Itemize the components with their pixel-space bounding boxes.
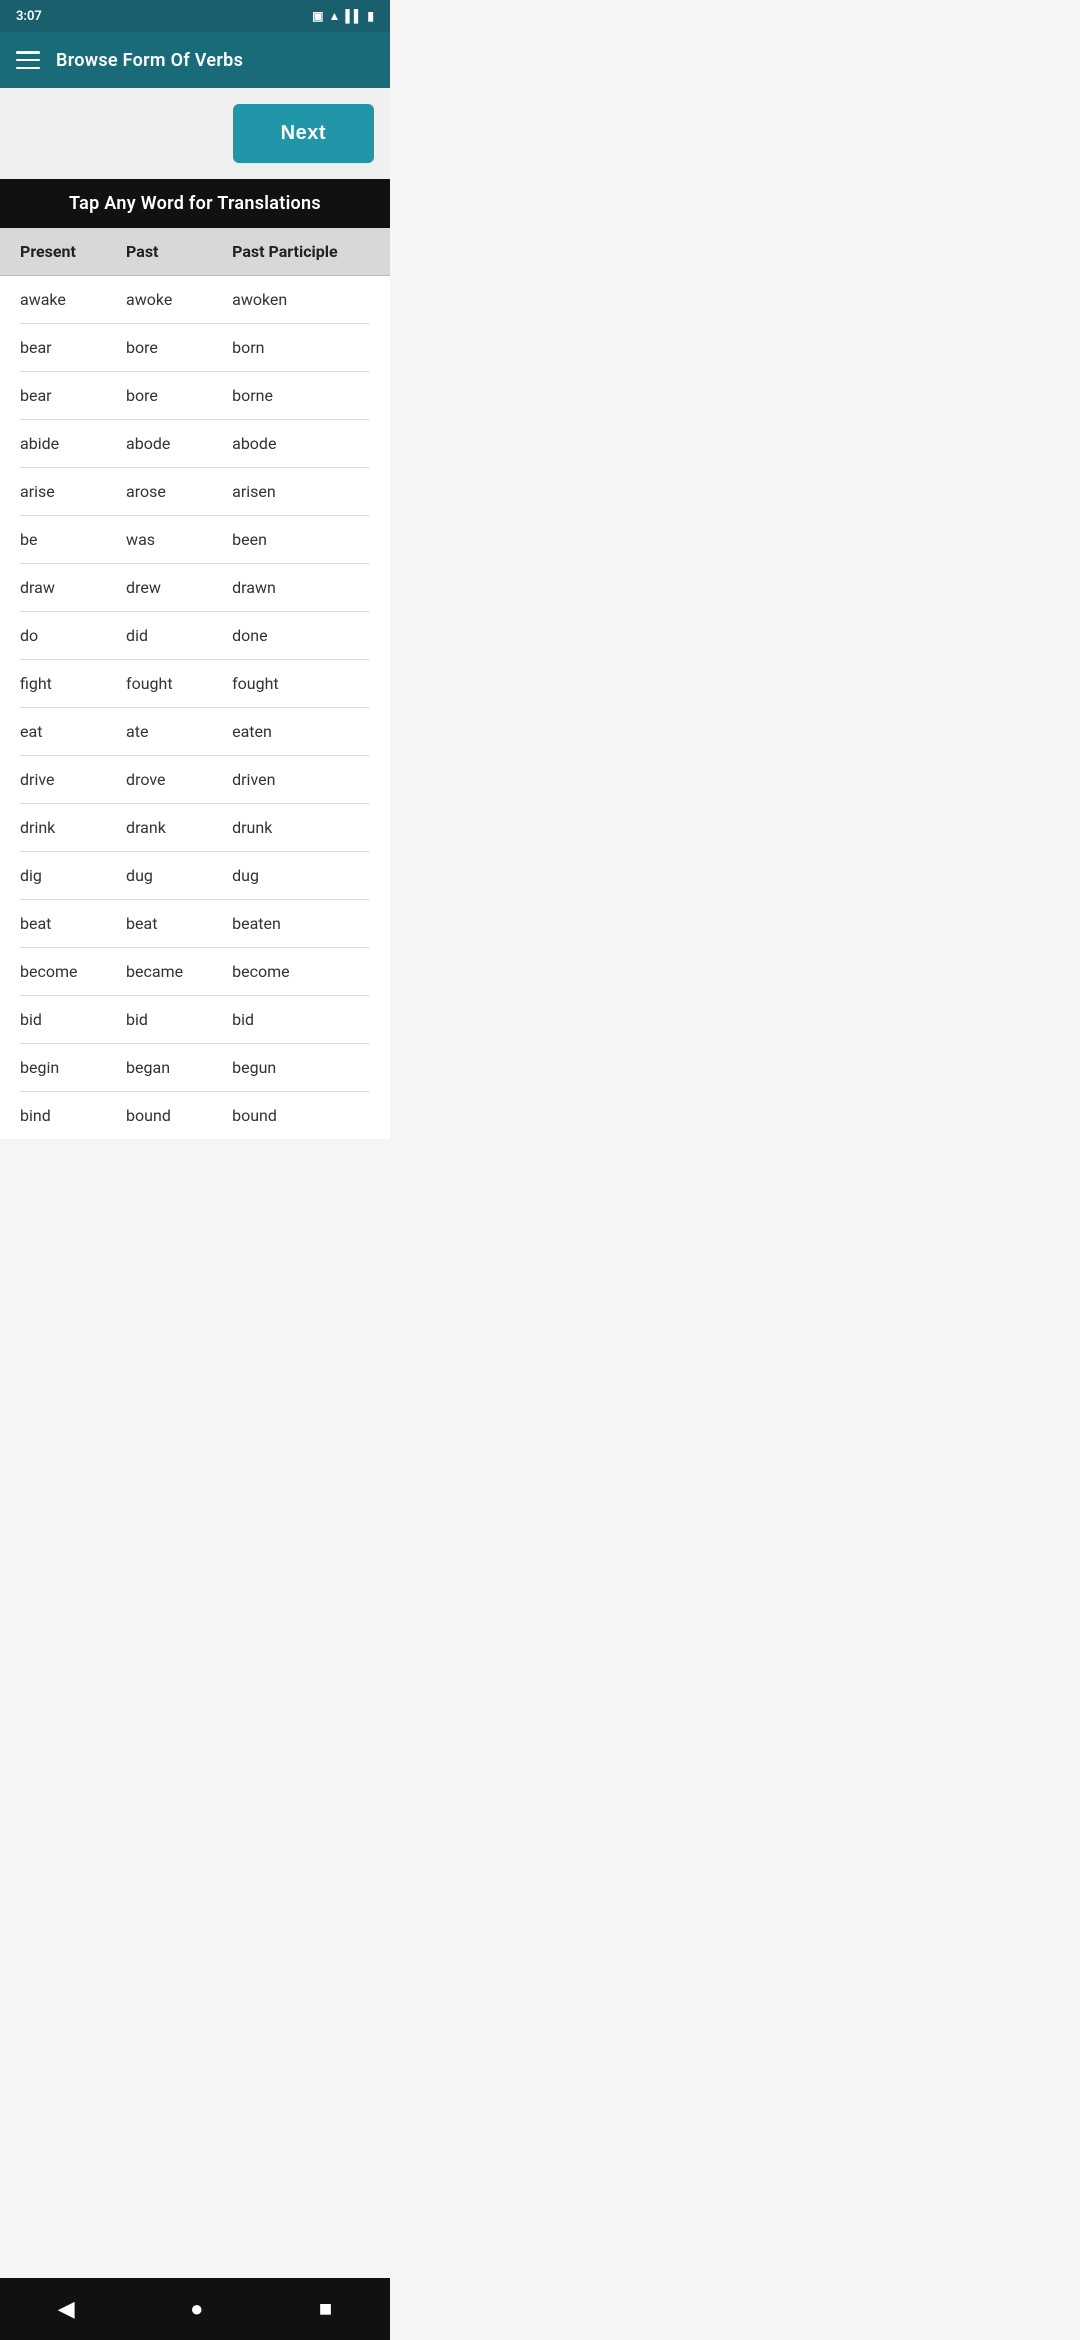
cell-1-2[interactable]: born (232, 338, 370, 357)
bottom-navigation: ◀ ● ■ (0, 2278, 390, 2340)
cell-1-1[interactable]: bore (126, 338, 232, 357)
cell-6-2[interactable]: drawn (232, 578, 370, 597)
cell-5-2[interactable]: been (232, 530, 370, 549)
cell-5-1[interactable]: was (126, 530, 232, 549)
header-past: Past (126, 242, 232, 261)
cell-9-1[interactable]: ate (126, 722, 232, 741)
table-row: drawdrewdrawn (20, 564, 370, 612)
cell-6-0[interactable]: draw (20, 578, 126, 597)
instruction-text: Tap Any Word for Translations (69, 193, 321, 214)
cell-16-1[interactable]: began (126, 1058, 232, 1077)
cell-0-2[interactable]: awoken (232, 290, 370, 309)
table-row: bewasbeen (20, 516, 370, 564)
cell-9-2[interactable]: eaten (232, 722, 370, 741)
table-row: bearboreborne (20, 372, 370, 420)
cell-2-2[interactable]: borne (232, 386, 370, 405)
cell-13-2[interactable]: beaten (232, 914, 370, 933)
recent-button[interactable]: ■ (299, 2292, 352, 2326)
table-row: becomebecamebecome (20, 948, 370, 996)
home-button[interactable]: ● (170, 2292, 223, 2326)
cell-9-0[interactable]: eat (20, 722, 126, 741)
status-time: 3:07 (16, 9, 42, 24)
cell-8-1[interactable]: fought (126, 674, 232, 693)
cell-17-0[interactable]: bind (20, 1106, 126, 1125)
status-bar: 3:07 ▣ ▲ ▌▌ ▮ (0, 0, 390, 32)
cell-14-0[interactable]: become (20, 962, 126, 981)
cell-8-0[interactable]: fight (20, 674, 126, 693)
cell-16-0[interactable]: begin (20, 1058, 126, 1077)
next-button[interactable]: Next (233, 104, 374, 163)
cell-10-2[interactable]: driven (232, 770, 370, 789)
cell-2-0[interactable]: bear (20, 386, 126, 405)
cell-7-0[interactable]: do (20, 626, 126, 645)
cell-16-2[interactable]: begun (232, 1058, 370, 1077)
back-button[interactable]: ◀ (38, 2293, 95, 2326)
cell-3-2[interactable]: abode (232, 434, 370, 453)
table-row: abideabodeabode (20, 420, 370, 468)
table-row: drivedrovedriven (20, 756, 370, 804)
cell-7-1[interactable]: did (126, 626, 232, 645)
wifi-icon: ▲ (328, 9, 340, 23)
table-row: fightfoughtfought (20, 660, 370, 708)
table-row: bidbidbid (20, 996, 370, 1044)
cell-11-2[interactable]: drunk (232, 818, 370, 837)
cell-13-0[interactable]: beat (20, 914, 126, 933)
table-row: arisearosearisen (20, 468, 370, 516)
cell-15-1[interactable]: bid (126, 1010, 232, 1029)
cell-12-0[interactable]: dig (20, 866, 126, 885)
cell-12-1[interactable]: dug (126, 866, 232, 885)
cell-1-0[interactable]: bear (20, 338, 126, 357)
table-row: beatbeatbeaten (20, 900, 370, 948)
cell-10-0[interactable]: drive (20, 770, 126, 789)
cell-17-2[interactable]: bound (232, 1106, 370, 1125)
table-row: bindboundbound (20, 1092, 370, 1139)
signal-icon: ▌▌ (345, 9, 362, 23)
table-row: bearboreborn (20, 324, 370, 372)
table-row: eatateeaten (20, 708, 370, 756)
cell-11-1[interactable]: drank (126, 818, 232, 837)
header-present: Present (20, 242, 126, 261)
cell-4-2[interactable]: arisen (232, 482, 370, 501)
cell-3-1[interactable]: abode (126, 434, 232, 453)
cell-17-1[interactable]: bound (126, 1106, 232, 1125)
cell-4-1[interactable]: arose (126, 482, 232, 501)
instruction-banner: Tap Any Word for Translations (0, 179, 390, 228)
header-past-participle: Past Participle (232, 242, 370, 261)
cell-15-0[interactable]: bid (20, 1010, 126, 1029)
table-row: dodiddone (20, 612, 370, 660)
cell-4-0[interactable]: arise (20, 482, 126, 501)
cell-0-1[interactable]: awoke (126, 290, 232, 309)
cell-14-1[interactable]: became (126, 962, 232, 981)
cell-12-2[interactable]: dug (232, 866, 370, 885)
cell-13-1[interactable]: beat (126, 914, 232, 933)
cell-10-1[interactable]: drove (126, 770, 232, 789)
next-area: Next (0, 88, 390, 179)
page-title: Browse Form Of Verbs (56, 50, 243, 71)
status-icons: ▣ ▲ ▌▌ ▮ (312, 9, 374, 23)
cell-15-2[interactable]: bid (232, 1010, 370, 1029)
menu-button[interactable] (16, 51, 40, 69)
cell-5-0[interactable]: be (20, 530, 126, 549)
app-header: Browse Form Of Verbs (0, 32, 390, 88)
cell-0-0[interactable]: awake (20, 290, 126, 309)
table-row: drinkdrankdrunk (20, 804, 370, 852)
cell-14-2[interactable]: become (232, 962, 370, 981)
cell-7-2[interactable]: done (232, 626, 370, 645)
table-row: digdugdug (20, 852, 370, 900)
sim-icon: ▣ (312, 9, 323, 23)
cell-6-1[interactable]: drew (126, 578, 232, 597)
cell-8-2[interactable]: fought (232, 674, 370, 693)
verb-table: awakeawokeawokenbearborebornbearboreborn… (0, 276, 390, 1139)
battery-icon: ▮ (367, 9, 374, 23)
table-row: beginbeganbegun (20, 1044, 370, 1092)
cell-2-1[interactable]: bore (126, 386, 232, 405)
cell-3-0[interactable]: abide (20, 434, 126, 453)
table-row: awakeawokeawoken (20, 276, 370, 324)
table-header: PresentPastPast Participle (0, 228, 390, 276)
cell-11-0[interactable]: drink (20, 818, 126, 837)
